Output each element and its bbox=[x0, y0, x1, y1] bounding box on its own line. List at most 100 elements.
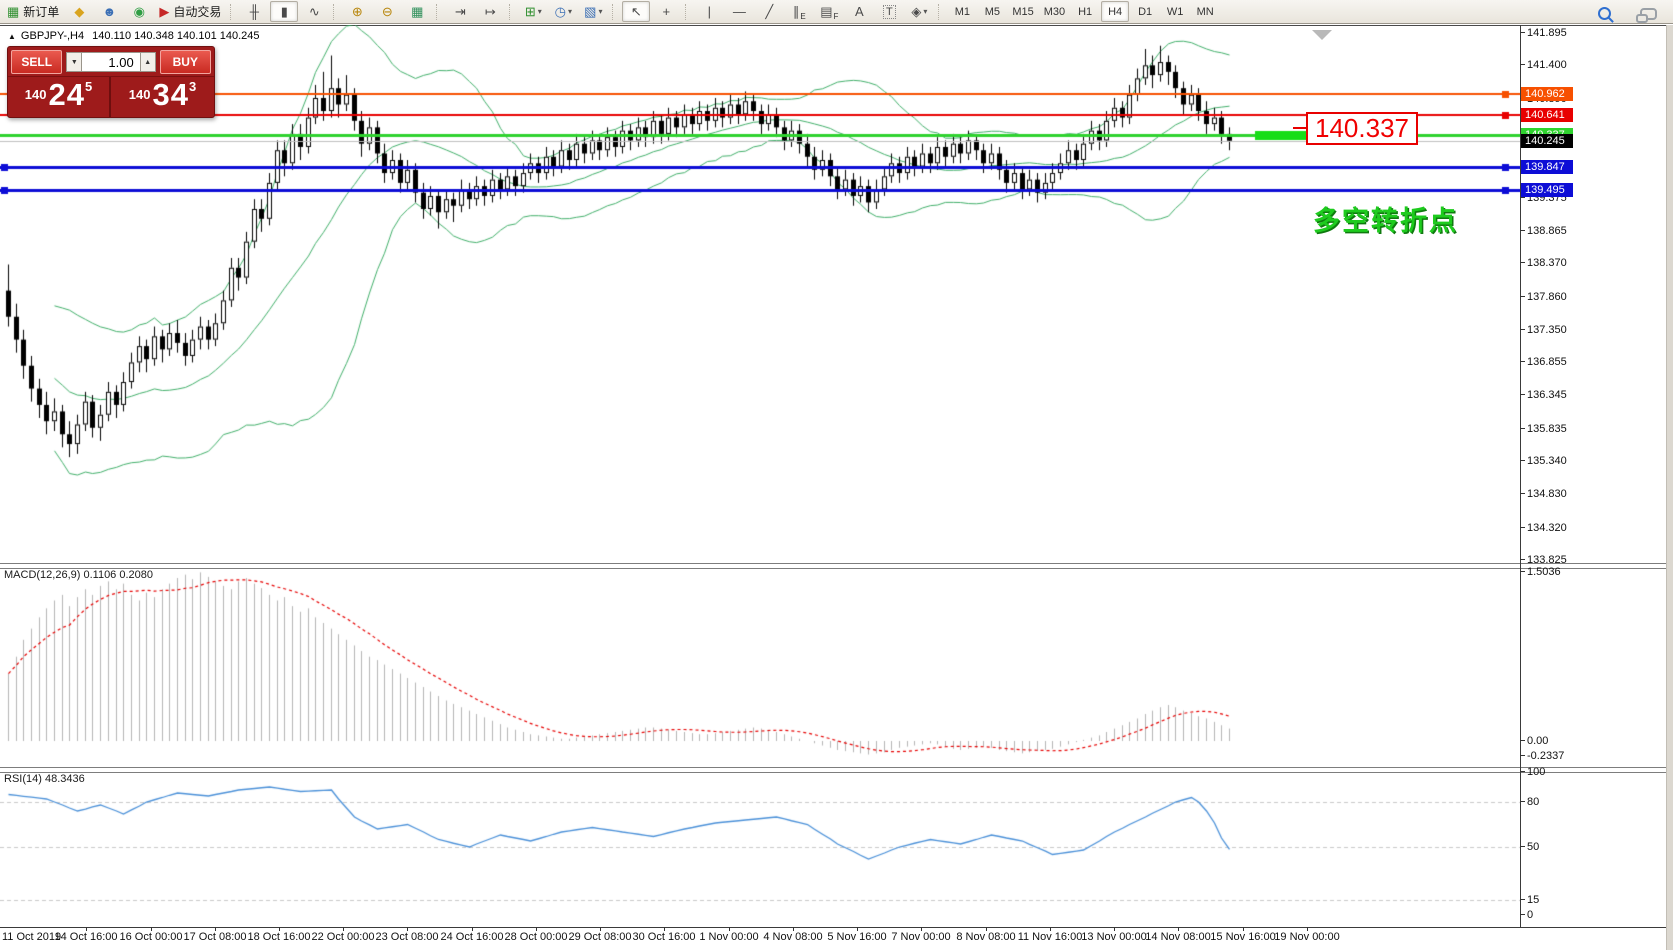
timeframe-m30-button[interactable]: M30 bbox=[1040, 1, 1069, 22]
navigator-button[interactable]: ◉ bbox=[125, 1, 153, 22]
arrows-button[interactable]: ◈▾ bbox=[905, 1, 933, 22]
time-tick-label: 29 Oct 08:00 bbox=[569, 931, 632, 943]
periods-button[interactable]: ◷▾ bbox=[549, 1, 577, 22]
buy-button[interactable]: BUY bbox=[160, 50, 211, 74]
time-tick-label: 17 Oct 08:00 bbox=[184, 931, 247, 943]
tile-windows-icon: ▦ bbox=[411, 4, 423, 20]
time-tick-mark bbox=[407, 927, 408, 931]
tile-windows-button[interactable]: ▦ bbox=[403, 1, 431, 22]
price-chart-canvas[interactable] bbox=[0, 25, 1520, 563]
macd-panel-divider[interactable] bbox=[0, 563, 1673, 569]
cursor-button[interactable]: ↖ bbox=[622, 1, 650, 22]
new-order-button[interactable]: ▦新订单 bbox=[3, 1, 63, 22]
time-tick-label: 22 Oct 00:00 bbox=[312, 931, 375, 943]
channel-button[interactable]: ∥E bbox=[785, 1, 813, 22]
timeframe-h1-button[interactable]: H1 bbox=[1071, 1, 1099, 22]
label-icon: T bbox=[883, 5, 896, 19]
time-tick-mark bbox=[600, 927, 601, 931]
time-tick-mark bbox=[343, 927, 344, 931]
text-icon: A bbox=[855, 4, 864, 19]
chat-button[interactable] bbox=[1634, 3, 1662, 24]
time-tick-mark bbox=[1243, 927, 1244, 931]
volume-input[interactable]: 1.00 bbox=[82, 52, 139, 72]
trendline-button[interactable]: ╱ bbox=[755, 1, 783, 22]
time-tick-mark bbox=[729, 927, 730, 931]
buy-price-big-figure: 140 bbox=[129, 87, 151, 102]
chart-window-button[interactable]: ◆ bbox=[65, 1, 93, 22]
time-tick-label: 11 Nov 16:00 bbox=[1018, 931, 1083, 943]
chart-shift-marker-icon[interactable] bbox=[1312, 30, 1332, 40]
price-callout[interactable]: 140.337 bbox=[1306, 112, 1418, 145]
time-tick-mark bbox=[986, 927, 987, 931]
time-axis-line bbox=[0, 927, 1673, 928]
chart-note-text[interactable]: 多空转折点 bbox=[1313, 199, 1458, 238]
timeframe-m15-button[interactable]: M15 bbox=[1008, 1, 1037, 22]
zoom-in-button[interactable]: ⊕ bbox=[343, 1, 371, 22]
autotrading-button[interactable]: ▶自动交易 bbox=[155, 1, 225, 22]
profile-button[interactable]: ☻ bbox=[95, 1, 123, 22]
symbol-label: GBPJPY-,H4 bbox=[21, 30, 84, 42]
price-tag: 139.847 bbox=[1521, 160, 1573, 174]
time-tick-mark bbox=[86, 927, 87, 931]
rsi-panel-divider[interactable] bbox=[0, 767, 1673, 773]
templates-button[interactable]: ▧▾ bbox=[579, 1, 607, 22]
macd-axis-label: 0.00 bbox=[1527, 735, 1548, 747]
search-button[interactable] bbox=[1590, 3, 1618, 24]
indicators-button[interactable]: ⊞▾ bbox=[519, 1, 547, 22]
timeframe-h4-button[interactable]: H4 bbox=[1101, 1, 1129, 22]
time-tick-mark bbox=[793, 927, 794, 931]
buy-price[interactable]: 140343 bbox=[111, 77, 214, 117]
sell-price[interactable]: 140245 bbox=[8, 77, 111, 117]
time-tick-label: 24 Oct 16:00 bbox=[441, 931, 504, 943]
time-tick-mark bbox=[536, 927, 537, 931]
chevron-down-icon: ▾ bbox=[568, 7, 572, 16]
sell-price-big-figure: 140 bbox=[25, 87, 47, 102]
label-button[interactable]: T bbox=[875, 1, 903, 22]
sub-glyph: F bbox=[834, 12, 839, 21]
rsi-canvas[interactable] bbox=[0, 771, 1520, 927]
chart-shift-icon: ↦ bbox=[485, 4, 496, 20]
volume-decrease-button[interactable]: ▼ bbox=[66, 52, 82, 72]
price-tag: 140.641 bbox=[1521, 108, 1573, 122]
auto-scroll-icon: ⇥ bbox=[455, 4, 466, 20]
line-chart-button[interactable]: ∿ bbox=[300, 1, 328, 22]
toolbar-right bbox=[1589, 3, 1663, 24]
bar-chart-button[interactable]: ╫ bbox=[240, 1, 268, 22]
new-order-icon: ▦ bbox=[7, 4, 19, 20]
cursor-icon: ↖ bbox=[631, 4, 642, 20]
candlestick-chart-button[interactable]: ▮ bbox=[270, 1, 298, 22]
timeframe-d1-button[interactable]: D1 bbox=[1131, 1, 1159, 22]
timeframe-w1-button[interactable]: W1 bbox=[1161, 1, 1189, 22]
macd-axis-label: 1.5036 bbox=[1527, 566, 1561, 578]
autotrading-button-label: 自动交易 bbox=[173, 3, 221, 20]
fibonacci-button[interactable]: ▤F bbox=[815, 1, 843, 22]
zoom-out-button[interactable]: ⊖ bbox=[373, 1, 401, 22]
auto-scroll-button[interactable]: ⇥ bbox=[446, 1, 474, 22]
time-tick-label: 5 Nov 16:00 bbox=[827, 931, 886, 943]
macd-canvas[interactable] bbox=[0, 567, 1520, 767]
time-tick-mark bbox=[215, 927, 216, 931]
timeframe-mn-button[interactable]: MN bbox=[1191, 1, 1219, 22]
time-tick-label: 11 Oct 2019 bbox=[2, 931, 61, 943]
rsi-axis-label: 100 bbox=[1527, 766, 1545, 778]
volume-increase-button[interactable]: ▲ bbox=[140, 52, 156, 72]
sell-button[interactable]: SELL bbox=[11, 50, 62, 74]
horizontal-line-button[interactable]: — bbox=[725, 1, 753, 22]
chart-shift-button[interactable]: ↦ bbox=[476, 1, 504, 22]
horizontal-line-icon: — bbox=[733, 4, 746, 19]
toolbar-separator bbox=[436, 4, 441, 20]
mt4-window: ▦新订单◆☻◉▶自动交易╫▮∿⊕⊖▦⇥↦⊞▾◷▾▧▾↖+|—╱∥E▤FAT◈▾M… bbox=[0, 0, 1673, 950]
timeframe-m1-button[interactable]: M1 bbox=[948, 1, 976, 22]
periods-icon: ◷ bbox=[555, 4, 566, 20]
text-button[interactable]: A bbox=[845, 1, 873, 22]
crosshair-button[interactable]: + bbox=[652, 1, 680, 22]
collapse-panel-icon[interactable]: ▲ bbox=[8, 32, 16, 41]
vertical-line-button[interactable]: | bbox=[695, 1, 723, 22]
chart-symbol-line: ▲GBPJPY-,H4140.110 140.348 140.101 140.2… bbox=[8, 30, 260, 42]
time-tick-mark bbox=[1114, 927, 1115, 931]
timeframe-m5-button[interactable]: M5 bbox=[978, 1, 1006, 22]
bar-chart-icon: ╫ bbox=[250, 4, 259, 19]
zoom-out-icon: ⊖ bbox=[382, 4, 393, 20]
navigator-icon: ◉ bbox=[134, 4, 145, 20]
price-tick: 136.855 bbox=[1527, 356, 1567, 368]
